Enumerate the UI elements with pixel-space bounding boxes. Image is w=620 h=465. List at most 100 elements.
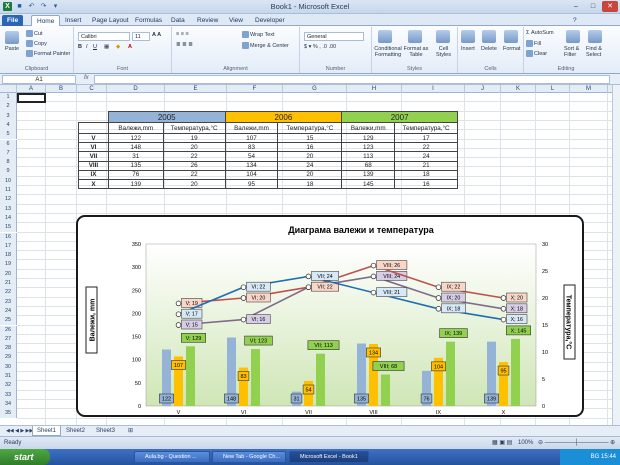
column-header[interactable]: L: [536, 85, 570, 93]
row-header[interactable]: 21: [0, 279, 17, 289]
value-cell[interactable]: 18: [394, 169, 458, 180]
column-header[interactable]: B: [46, 85, 77, 93]
taskbar-item-chrome[interactable]: New Tab - Google Ch...: [212, 451, 286, 463]
row-header[interactable]: 28: [0, 344, 17, 354]
value-cell[interactable]: 68: [341, 160, 396, 171]
row-header[interactable]: 13: [0, 204, 17, 214]
sort-filter-icon[interactable]: [566, 30, 580, 43]
month-cell[interactable]: X: [78, 178, 109, 190]
insert-cells-icon[interactable]: [461, 30, 475, 43]
cell-styles-icon[interactable]: [436, 30, 450, 43]
column-header[interactable]: E: [165, 85, 227, 93]
row-header[interactable]: 15: [0, 223, 17, 233]
start-button[interactable]: start: [0, 449, 50, 465]
row-header[interactable]: 20: [0, 269, 17, 279]
value-cell[interactable]: 20: [162, 142, 226, 153]
merge-center-button[interactable]: Merge & Center: [242, 42, 289, 49]
value-cell[interactable]: 15: [277, 132, 343, 144]
value-cell[interactable]: 20: [277, 169, 343, 180]
row-header[interactable]: 1: [0, 93, 17, 103]
row-header[interactable]: 2: [0, 102, 17, 112]
value-cell[interactable]: 122: [107, 132, 164, 144]
help-icon[interactable]: ?: [568, 15, 582, 26]
value-cell[interactable]: 22: [162, 151, 226, 162]
value-cell[interactable]: 107: [224, 132, 279, 144]
column-header[interactable]: I: [402, 85, 465, 93]
row-header[interactable]: 14: [0, 213, 17, 224]
value-cell[interactable]: 123: [341, 142, 396, 153]
bold-button[interactable]: B: [78, 44, 82, 50]
value-cell[interactable]: 139: [107, 178, 164, 190]
row-header[interactable]: 3: [0, 111, 17, 121]
row-header[interactable]: 4: [0, 120, 17, 131]
column-header[interactable]: D: [107, 85, 165, 93]
align-top-icon[interactable]: ≡ ≡ ≡: [176, 31, 189, 37]
name-box[interactable]: A1: [2, 75, 76, 84]
month-cell[interactable]: IX: [78, 169, 109, 180]
format-button[interactable]: Format: [503, 46, 520, 52]
value-cell[interactable]: 134: [224, 160, 279, 171]
font-name-select[interactable]: Calibri: [78, 32, 130, 41]
underline-button[interactable]: U: [93, 44, 97, 50]
format-cells-icon[interactable]: [504, 30, 518, 43]
value-cell[interactable]: 24: [394, 151, 458, 162]
value-cell[interactable]: 113: [341, 151, 396, 162]
grow-font-button[interactable]: A A: [152, 32, 161, 38]
column-header[interactable]: A: [17, 85, 46, 93]
row-header[interactable]: 34: [0, 399, 17, 410]
row-header[interactable]: 17: [0, 241, 17, 252]
row-header[interactable]: 18: [0, 251, 17, 261]
sheet-tab-3[interactable]: Sheet3: [92, 426, 119, 436]
fill-button[interactable]: Fill: [526, 40, 541, 47]
row-header[interactable]: 5: [0, 130, 17, 140]
view-buttons-icon[interactable]: ▦ ▣ ▤: [492, 439, 512, 446]
row-header[interactable]: 8: [0, 158, 17, 168]
binoculars-icon[interactable]: [588, 30, 602, 43]
formula-input[interactable]: [94, 75, 610, 84]
find-select-button[interactable]: Find & Select: [586, 46, 606, 58]
copy-button[interactable]: Copy: [26, 40, 47, 47]
insert-button[interactable]: Insert: [461, 46, 475, 52]
value-cell[interactable]: 129: [341, 132, 396, 144]
row-header[interactable]: 33: [0, 390, 17, 400]
row-header[interactable]: 25: [0, 316, 17, 326]
tab-insert[interactable]: Insert: [60, 15, 86, 26]
cut-button[interactable]: Cut: [26, 30, 43, 37]
italic-button[interactable]: I: [86, 44, 88, 50]
value-cell[interactable]: 76: [107, 169, 164, 180]
row-header[interactable]: 27: [0, 334, 17, 345]
vertical-scrollbar[interactable]: [612, 85, 620, 425]
month-cell[interactable]: VI: [78, 142, 109, 153]
value-cell[interactable]: 54: [224, 151, 279, 162]
cell-styles-button[interactable]: Cell Styles: [431, 46, 456, 58]
row-header[interactable]: 12: [0, 195, 17, 205]
tab-data[interactable]: Data: [166, 15, 190, 26]
value-cell[interactable]: 26: [162, 160, 226, 171]
value-cell[interactable]: 16: [394, 178, 458, 190]
value-cell[interactable]: 19: [162, 132, 226, 144]
tab-view[interactable]: View: [224, 15, 248, 26]
row-header[interactable]: 19: [0, 260, 17, 270]
row-header[interactable]: 16: [0, 232, 17, 242]
clear-button[interactable]: Clear: [526, 50, 547, 57]
tab-developer[interactable]: Developer: [250, 15, 290, 26]
sort-filter-button[interactable]: Sort & Filter: [564, 46, 584, 58]
value-cell[interactable]: 21: [394, 160, 458, 171]
value-cell[interactable]: 22: [394, 142, 458, 153]
language-indicator[interactable]: BG: [591, 454, 600, 460]
paste-button[interactable]: Paste: [5, 46, 19, 52]
row-header[interactable]: 11: [0, 186, 17, 196]
fill-color-icon[interactable]: ◆: [116, 44, 120, 50]
row-header[interactable]: 6: [0, 139, 17, 149]
number-format-select[interactable]: General: [304, 32, 364, 41]
value-cell[interactable]: 20: [162, 178, 226, 190]
align-left-icon[interactable]: ≣ ≣ ≣: [176, 42, 193, 48]
taskbar-item-excel[interactable]: Microsoft Excel - Book1: [289, 451, 369, 463]
value-cell[interactable]: 24: [277, 160, 343, 171]
column-header[interactable]: C: [77, 85, 107, 93]
delete-button[interactable]: Delete: [481, 46, 497, 52]
row-header[interactable]: 32: [0, 381, 17, 391]
row-header[interactable]: 30: [0, 362, 17, 372]
value-cell[interactable]: 18: [277, 178, 343, 190]
column-header[interactable]: K: [501, 85, 536, 93]
